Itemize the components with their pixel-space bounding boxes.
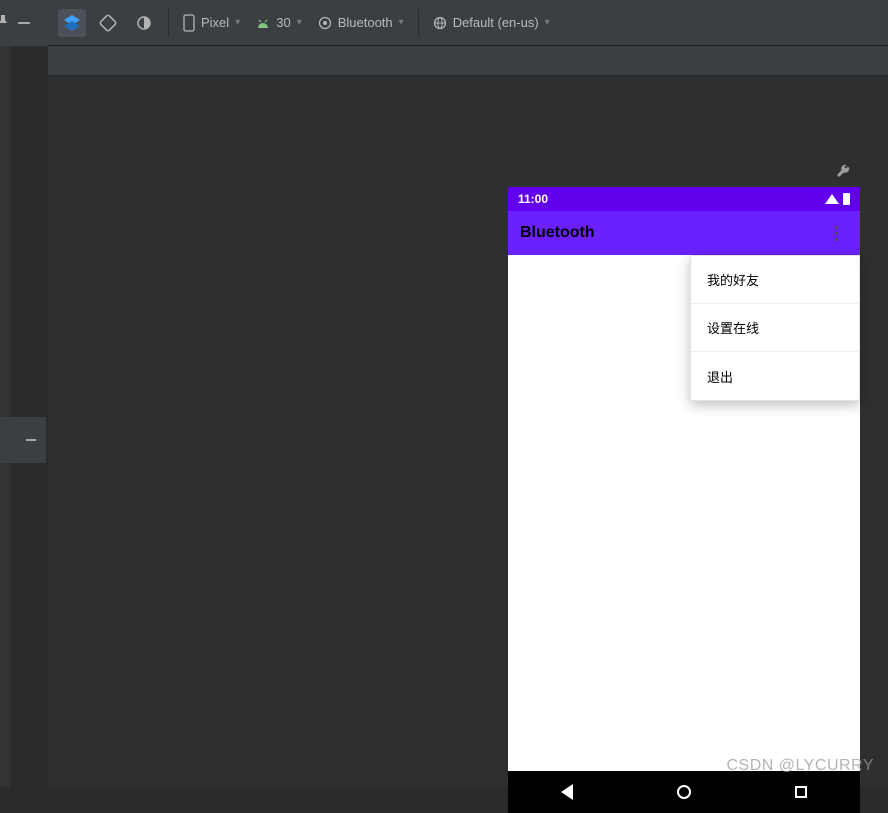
status-time: 11:00 [518, 192, 548, 206]
locale-selector[interactable]: Default (en-us) ▾ [425, 11, 558, 34]
design-canvas: 11:00 Bluetooth 我的好友 设置在线 退出 [48, 46, 888, 787]
feature-selector[interactable]: Bluetooth ▾ [310, 11, 412, 34]
menu-item-exit[interactable]: 退出 [691, 352, 859, 400]
status-right [825, 193, 850, 205]
globe-icon [433, 16, 447, 30]
orientation-icon[interactable] [94, 9, 122, 37]
target-icon [318, 16, 332, 30]
feature-label: Bluetooth [338, 15, 393, 30]
app-title: Bluetooth [520, 224, 595, 242]
night-mode-icon[interactable] [130, 9, 158, 37]
canvas-tab-strip [48, 46, 888, 76]
watermark-text: CSDN @LYCURRY [726, 757, 874, 775]
chevron-down-icon: ▾ [399, 17, 404, 28]
nav-recents-button[interactable] [769, 771, 833, 813]
api-label: 30 [276, 15, 290, 30]
chevron-down-icon: ▾ [297, 17, 302, 28]
chevron-down-icon: ▾ [235, 17, 240, 28]
phone-icon [183, 14, 195, 32]
toolbar-left-group [0, 0, 48, 46]
back-icon [561, 784, 573, 800]
app-bar: Bluetooth [508, 211, 860, 255]
locale-label: Default (en-us) [453, 15, 539, 30]
toolbar-main: Pixel ▾ 30 ▾ Bluetooth ▾ [48, 0, 888, 46]
device-preview: 11:00 Bluetooth 我的好友 设置在线 退出 [508, 187, 860, 813]
overflow-popup-menu: 我的好友 设置在线 退出 [690, 255, 860, 401]
nav-back-button[interactable] [535, 771, 599, 813]
api-selector[interactable]: 30 ▾ [248, 11, 310, 34]
overflow-menu-button[interactable] [824, 221, 848, 245]
minimize-icon [26, 439, 36, 441]
minimize-icon[interactable] [18, 22, 30, 24]
device-label: Pixel [201, 15, 229, 30]
home-icon [677, 785, 691, 799]
nav-home-button[interactable] [652, 771, 716, 813]
menu-item-friends[interactable]: 我的好友 [691, 256, 859, 304]
menu-item-label: 退出 [707, 367, 733, 386]
menu-item-online[interactable]: 设置在线 [691, 304, 859, 352]
menu-item-label: 我的好友 [707, 270, 759, 289]
app-body: 我的好友 设置在线 退出 [508, 255, 860, 771]
device-selector[interactable]: Pixel ▾ [175, 10, 248, 36]
design-surface-icon[interactable] [58, 9, 86, 37]
status-bar: 11:00 [508, 187, 860, 211]
toolbar-separator [418, 9, 419, 37]
battery-icon [843, 193, 850, 205]
tool-window-stub[interactable] [0, 417, 46, 463]
pin-icon [0, 15, 8, 30]
chevron-down-icon: ▾ [545, 17, 550, 28]
layout-editor-toolbar: Pixel ▾ 30 ▾ Bluetooth ▾ [0, 0, 888, 46]
android-icon [256, 16, 270, 30]
recents-icon [795, 786, 807, 798]
toolbar-separator [168, 9, 169, 37]
wifi-icon [825, 194, 839, 204]
wrench-icon[interactable] [836, 164, 850, 183]
menu-item-label: 设置在线 [707, 318, 759, 337]
navigation-bar [508, 771, 860, 813]
